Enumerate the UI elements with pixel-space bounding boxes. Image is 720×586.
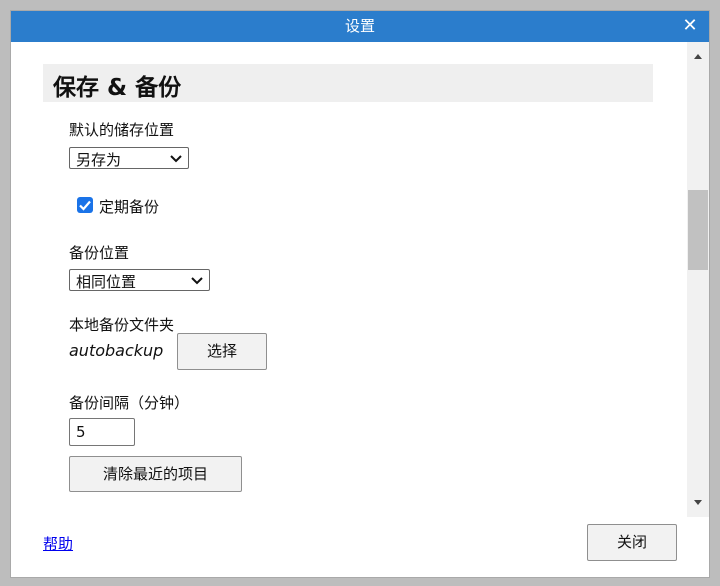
backup-folder-value: autobackup [69,341,164,360]
clear-recent-button[interactable]: 清除最近的项目 [69,456,242,492]
default-save-location-label: 默认的储存位置 [69,121,175,139]
backup-location-select[interactable]: 相同位置 [69,269,210,291]
scroll-up-icon[interactable] [692,50,704,62]
choose-folder-button[interactable]: 选择 [177,333,267,370]
backup-location-label: 备份位置 [69,244,130,262]
backup-interval-label: 备份间隔（分钟） [69,394,190,412]
checkmark-icon [79,200,91,211]
chevron-down-icon [191,277,203,285]
close-button[interactable]: 关闭 [587,524,677,561]
default-save-location-select[interactable]: 另存为 [69,147,189,169]
local-backup-folder-label: 本地备份文件夹 [69,316,175,334]
settings-content: 保存 & 备份 默认的储存位置 另存为 定期备份 备份位置 相同位置 本地备份文… [11,42,687,517]
periodic-backup-label[interactable]: 定期备份 [99,196,159,217]
title-bar: 设置 ✕ [11,11,709,42]
close-icon[interactable]: ✕ [677,13,703,39]
scrollbar-thumb[interactable] [688,190,708,270]
periodic-backup-checkbox[interactable] [77,197,93,213]
section-title: 保存 & 备份 [53,75,182,101]
backup-location-value: 相同位置 [76,273,137,291]
section-header: 保存 & 备份 [43,64,653,102]
vertical-scrollbar[interactable] [687,42,709,517]
settings-dialog: 设置 ✕ 保存 & 备份 默认的储存位置 另存为 定期备份 备份位置 相同位置 … [10,10,710,578]
scroll-down-icon[interactable] [692,497,704,509]
chevron-down-icon [170,155,182,163]
backup-interval-input[interactable]: 5 [69,418,135,446]
help-link[interactable]: 帮助 [43,533,73,554]
window-title: 设置 [344,17,375,35]
default-save-location-value: 另存为 [76,151,122,169]
